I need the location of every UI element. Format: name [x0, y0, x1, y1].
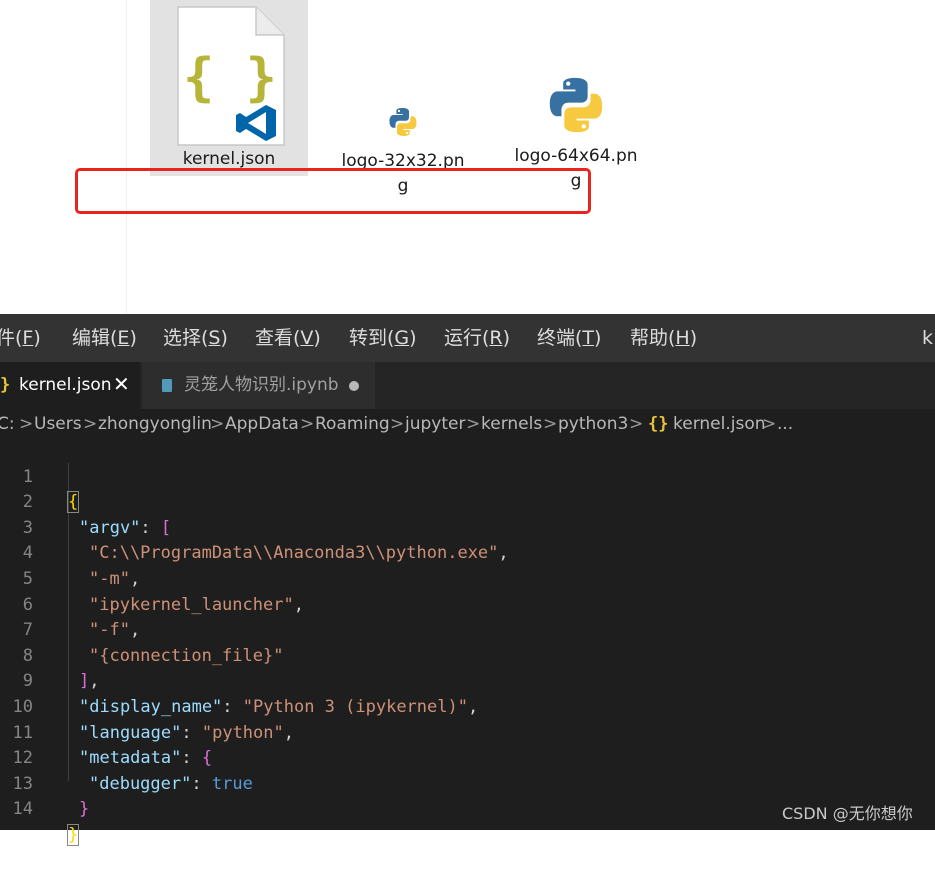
open-brace: { — [66, 491, 80, 514]
menu-run[interactable]: 运行(R) — [444, 314, 510, 362]
code-line: 11 "metadata": { — [0, 695, 213, 769]
close-brace: } — [66, 823, 80, 846]
menu-help[interactable]: 帮助(H) — [630, 314, 697, 362]
json-key: "argv" — [79, 517, 141, 538]
json-string: "-f" — [89, 620, 130, 641]
tab-notebook[interactable]: 灵笼人物识别.ipynb — [142, 362, 375, 409]
json-string: "python" — [201, 722, 284, 743]
breadcrumb-item[interactable]: zhongyonglin — [98, 409, 212, 439]
tab-kernel-json[interactable]: } kernel.json ✕ — [0, 362, 140, 409]
json-string: "{connection_file}" — [89, 645, 284, 666]
code-line: 5 "ipykernel_launcher", — [0, 541, 304, 615]
code-line: 6 "-f", — [0, 567, 140, 641]
json-string: "-m" — [89, 568, 130, 589]
python-logo-icon — [543, 72, 609, 138]
breadcrumb-item[interactable]: kernels — [481, 409, 542, 439]
code-editor[interactable]: 1 { 2 "argv": [ 3 "C:\\ProgramData\\Anac… — [0, 439, 935, 846]
watermark: CSDN @无你想你 — [782, 804, 913, 823]
close-icon[interactable]: ✕ — [113, 361, 130, 408]
breadcrumb-separator: > — [390, 414, 405, 434]
breadcrumb-separator: > — [83, 414, 98, 434]
breadcrumb-item[interactable]: jupyter — [405, 409, 465, 439]
breadcrumb: C: > Users > zhongyonglin > AppData > Ro… — [0, 409, 935, 439]
breadcrumb-separator: > — [210, 414, 225, 434]
breadcrumb-item[interactable]: Users — [34, 409, 82, 439]
menu-view[interactable]: 查看(V) — [255, 314, 321, 362]
json-file-icon: {} — [648, 414, 669, 434]
annotation-highlight-box — [75, 168, 591, 214]
vscode-window: 件(F) 编辑(E) 选择(S) 查看(V) 转到(G) 运行(R) 终端(T)… — [0, 314, 935, 846]
breadcrumb-item[interactable]: Roaming — [315, 409, 390, 439]
code-line: 13 } — [0, 746, 90, 820]
menu-terminal[interactable]: 终端(T) — [537, 314, 601, 362]
breadcrumb-separator: > — [466, 414, 481, 434]
code-line: 2 "argv": [ — [0, 465, 171, 538]
tab-label: 灵笼人物识别.ipynb — [184, 375, 339, 395]
tab-label: kernel.json — [19, 375, 112, 395]
json-file-icon: { } — [177, 6, 285, 146]
json-key: "metadata" — [79, 748, 182, 769]
json-key: "debugger" — [89, 773, 192, 794]
code-line: 3 "C:\\ProgramData\\Anaconda3\\python.ex… — [0, 490, 509, 564]
menu-go[interactable]: 转到(G) — [349, 314, 417, 362]
notebook-icon — [162, 379, 172, 392]
code-line: 12 "debugger": true — [0, 721, 253, 794]
json-key: "display_name" — [79, 696, 223, 717]
breadcrumb-separator: > — [19, 414, 34, 434]
breadcrumb-item[interactable]: python3 — [558, 409, 628, 439]
breadcrumb-item[interactable]: AppData — [225, 409, 299, 439]
breadcrumb-item[interactable]: kernel.json — [673, 409, 766, 439]
menu-edit[interactable]: 编辑(E) — [72, 314, 137, 362]
json-key: "language" — [79, 722, 182, 743]
file-kernel-json[interactable]: { } kernel.json — [150, 0, 308, 176]
code-line: 8 ], — [0, 618, 100, 692]
svg-text:{ }: { } — [183, 48, 277, 108]
unsaved-dot-icon[interactable] — [349, 381, 359, 391]
python-logo-icon — [386, 105, 420, 139]
code-line: 4 "-m", — [0, 516, 140, 589]
json-file-icon: } — [0, 375, 11, 395]
file-explorer: { } kernel.json logo-32x32.pn g logo-64x… — [0, 0, 935, 314]
code-line: 9 "display_name": "Python 3 (ipykernel)"… — [0, 644, 478, 717]
menu-selection[interactable]: 选择(S) — [163, 314, 228, 362]
code-line: 14 } — [0, 772, 80, 846]
menu-file[interactable]: 件(F) — [0, 314, 41, 362]
breadcrumb-separator: > — [762, 414, 777, 434]
breadcrumb-item[interactable]: ... — [777, 409, 793, 439]
json-string: "ipykernel_launcher" — [89, 594, 294, 615]
code-line: 7 "{connection_file}" — [0, 593, 284, 666]
breadcrumb-item[interactable]: C: — [0, 409, 15, 439]
line-number: 14 — [12, 799, 33, 820]
code-line: 10 "language": "python", — [0, 669, 294, 743]
json-string: "C:\\ProgramData\\Anaconda3\\python.exe" — [89, 543, 499, 564]
navigation-pane — [0, 0, 127, 314]
json-string: "Python 3 (ipykernel)" — [242, 696, 468, 717]
editor-tab-bar: } kernel.json ✕ 灵笼人物识别.ipynb — [0, 362, 935, 409]
code-line: 1 { — [0, 439, 80, 514]
menu-bar: 件(F) 编辑(E) 选择(S) 查看(V) 转到(G) 运行(R) 终端(T)… — [0, 314, 935, 362]
breadcrumb-separator: > — [629, 414, 644, 434]
window-title-fragment: k — [922, 327, 934, 349]
breadcrumb-separator: > — [300, 414, 315, 434]
breadcrumb-separator: > — [543, 414, 558, 434]
json-boolean: true — [211, 773, 253, 794]
